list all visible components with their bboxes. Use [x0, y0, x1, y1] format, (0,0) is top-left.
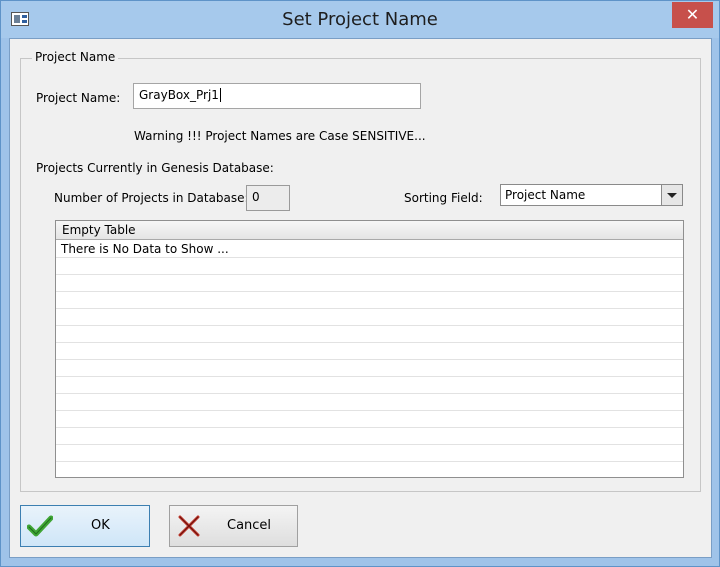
table-header[interactable]: Empty Table [56, 221, 683, 240]
close-icon: ✕ [685, 5, 700, 24]
cancel-button-label: Cancel [227, 518, 272, 533]
chevron-down-icon[interactable] [661, 185, 682, 205]
ok-button-label: OK [91, 518, 110, 533]
table-row[interactable] [56, 275, 683, 292]
check-icon [27, 515, 53, 537]
sorting-field-value: Project Name [505, 188, 586, 202]
ok-button[interactable]: OK [20, 505, 150, 547]
project-count-label: Number of Projects in Database: [54, 191, 249, 205]
projects-section-label: Projects Currently in Genesis Database: [36, 161, 274, 175]
table-row[interactable] [56, 394, 683, 411]
projects-table[interactable]: Empty Table There is No Data to Show ... [55, 220, 684, 478]
window-title: Set Project Name [282, 9, 438, 30]
project-name-value: GrayBox_Prj1 [139, 88, 219, 102]
case-warning-text: Warning !!! Project Names are Case SENSI… [134, 129, 426, 143]
project-count-value: 0 [252, 190, 260, 204]
table-row[interactable] [56, 258, 683, 275]
project-count-field: 0 [246, 185, 290, 211]
sorting-field-label: Sorting Field: [404, 191, 483, 205]
dialog-client-area: Project Name Project Name: GrayBox_Prj1 … [9, 38, 712, 558]
table-row[interactable]: There is No Data to Show ... [56, 241, 683, 258]
table-row[interactable] [56, 309, 683, 326]
table-row[interactable] [56, 292, 683, 309]
sorting-field-select[interactable]: Project Name [500, 184, 683, 206]
group-legend: Project Name [32, 50, 119, 64]
table-row[interactable] [56, 445, 683, 462]
table-row[interactable] [56, 360, 683, 377]
table-row[interactable] [56, 411, 683, 428]
table-row[interactable] [56, 428, 683, 445]
table-row[interactable] [56, 326, 683, 343]
project-name-label: Project Name: [36, 91, 121, 105]
table-row[interactable] [56, 343, 683, 360]
table-row[interactable] [56, 377, 683, 394]
close-button[interactable]: ✕ [672, 2, 713, 28]
dialog-window: Set Project Name ✕ Project Name Project … [0, 0, 720, 567]
project-name-input[interactable]: GrayBox_Prj1 [133, 83, 421, 109]
cancel-button[interactable]: Cancel [169, 505, 298, 547]
x-icon [178, 515, 200, 537]
title-bar[interactable]: Set Project Name ✕ [1, 1, 719, 38]
